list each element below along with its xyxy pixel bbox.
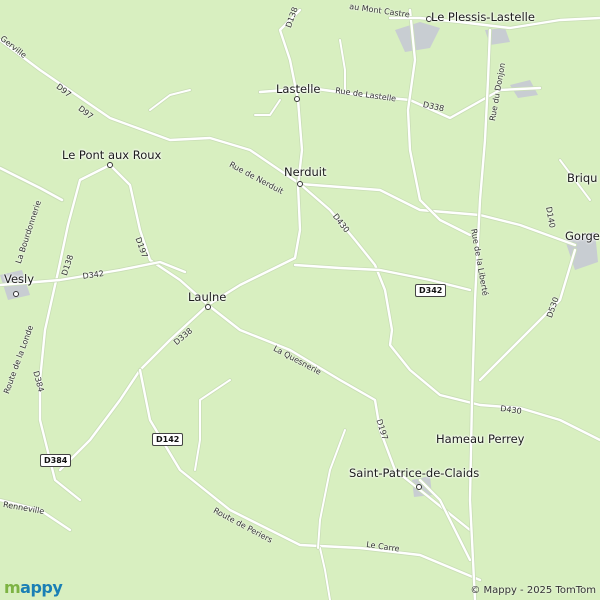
place-label-saint-patrice[interactable]: Saint-Patrice-de-Claids (349, 466, 479, 480)
place-label-vesly[interactable]: Vesly (4, 272, 34, 286)
place-label-nerduit[interactable]: Nerduit (284, 165, 327, 179)
copyright-text[interactable]: © Mappy - 2025 TomTom (470, 585, 596, 596)
place-label-plessis[interactable]: Le Plessis-Lastelle (431, 10, 535, 24)
marker-nerduit[interactable] (297, 181, 303, 187)
place-label-gorges[interactable]: Gorges (565, 229, 600, 243)
road-shield-d342: D342 (415, 284, 447, 297)
minor-roads (0, 8, 600, 600)
mappy-logo[interactable]: mappy (4, 578, 63, 597)
marker-laulne[interactable] (205, 304, 211, 310)
place-label-lastelle[interactable]: Lastelle (276, 82, 321, 96)
map-canvas[interactable]: Le Plessis-Lastelle Lastelle Le Pont aux… (0, 0, 600, 600)
place-label-briqu[interactable]: Briqu (567, 171, 597, 185)
place-label-hameau-perrey[interactable]: Hameau Perrey (436, 432, 524, 446)
marker-pont-aux-roux[interactable] (107, 162, 113, 168)
road-shield-d384: D384 (40, 454, 72, 467)
place-label-pont-aux-roux[interactable]: Le Pont aux Roux (62, 148, 161, 162)
marker-lastelle[interactable] (294, 96, 300, 102)
place-label-laulne[interactable]: Laulne (188, 290, 226, 304)
marker-vesly[interactable] (13, 291, 19, 297)
marker-saint-patrice[interactable] (416, 484, 422, 490)
road-shield-d142: D142 (152, 433, 184, 446)
